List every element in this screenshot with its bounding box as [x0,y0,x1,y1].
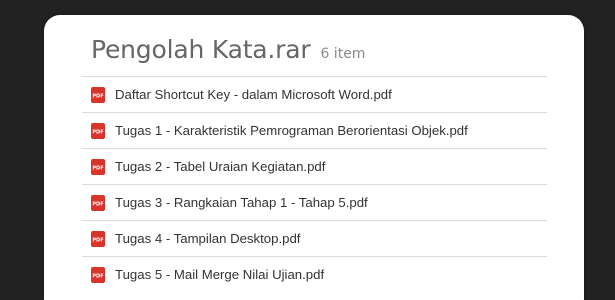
file-name: Tugas 3 - Rangkaian Tahap 1 - Tahap 5.pd… [115,195,368,210]
pdf-icon: PDF [91,122,105,139]
archive-header: Pengolah Kata.rar 6 item [91,35,365,64]
file-name: Tugas 1 - Karakteristik Pemrograman Bero… [115,123,468,138]
item-count: 6 item [320,46,366,62]
svg-text:PDF: PDF [92,237,103,243]
file-list: PDF Daftar Shortcut Key - dalam Microsof… [82,76,547,292]
file-item[interactable]: PDF Tugas 1 - Karakteristik Pemrograman … [82,112,547,148]
archive-title: Pengolah Kata.rar [91,35,311,64]
file-name: Tugas 4 - Tampilan Desktop.pdf [115,231,301,246]
file-item[interactable]: PDF Tugas 3 - Rangkaian Tahap 1 - Tahap … [82,184,547,220]
file-name: Tugas 5 - Mail Merge Nilai Ujian.pdf [115,267,325,282]
file-name: Tugas 2 - Tabel Uraian Kegiatan.pdf [115,159,326,174]
pdf-icon: PDF [91,194,105,211]
file-name: Daftar Shortcut Key - dalam Microsoft Wo… [115,87,392,102]
svg-text:PDF: PDF [92,165,103,171]
pdf-icon: PDF [91,266,105,283]
archive-panel: Pengolah Kata.rar 6 item PDF Daftar Shor… [44,15,584,300]
svg-text:PDF: PDF [92,273,103,279]
pdf-icon: PDF [91,230,105,247]
svg-text:PDF: PDF [92,201,103,207]
file-item[interactable]: PDF Tugas 2 - Tabel Uraian Kegiatan.pdf [82,148,547,184]
svg-text:PDF: PDF [92,129,103,135]
file-item[interactable]: PDF Daftar Shortcut Key - dalam Microsof… [82,76,547,112]
file-item[interactable]: PDF Tugas 5 - Mail Merge Nilai Ujian.pdf [82,256,547,292]
pdf-icon: PDF [91,86,105,103]
svg-text:PDF: PDF [92,93,103,99]
pdf-icon: PDF [91,158,105,175]
file-item[interactable]: PDF Tugas 4 - Tampilan Desktop.pdf [82,220,547,256]
